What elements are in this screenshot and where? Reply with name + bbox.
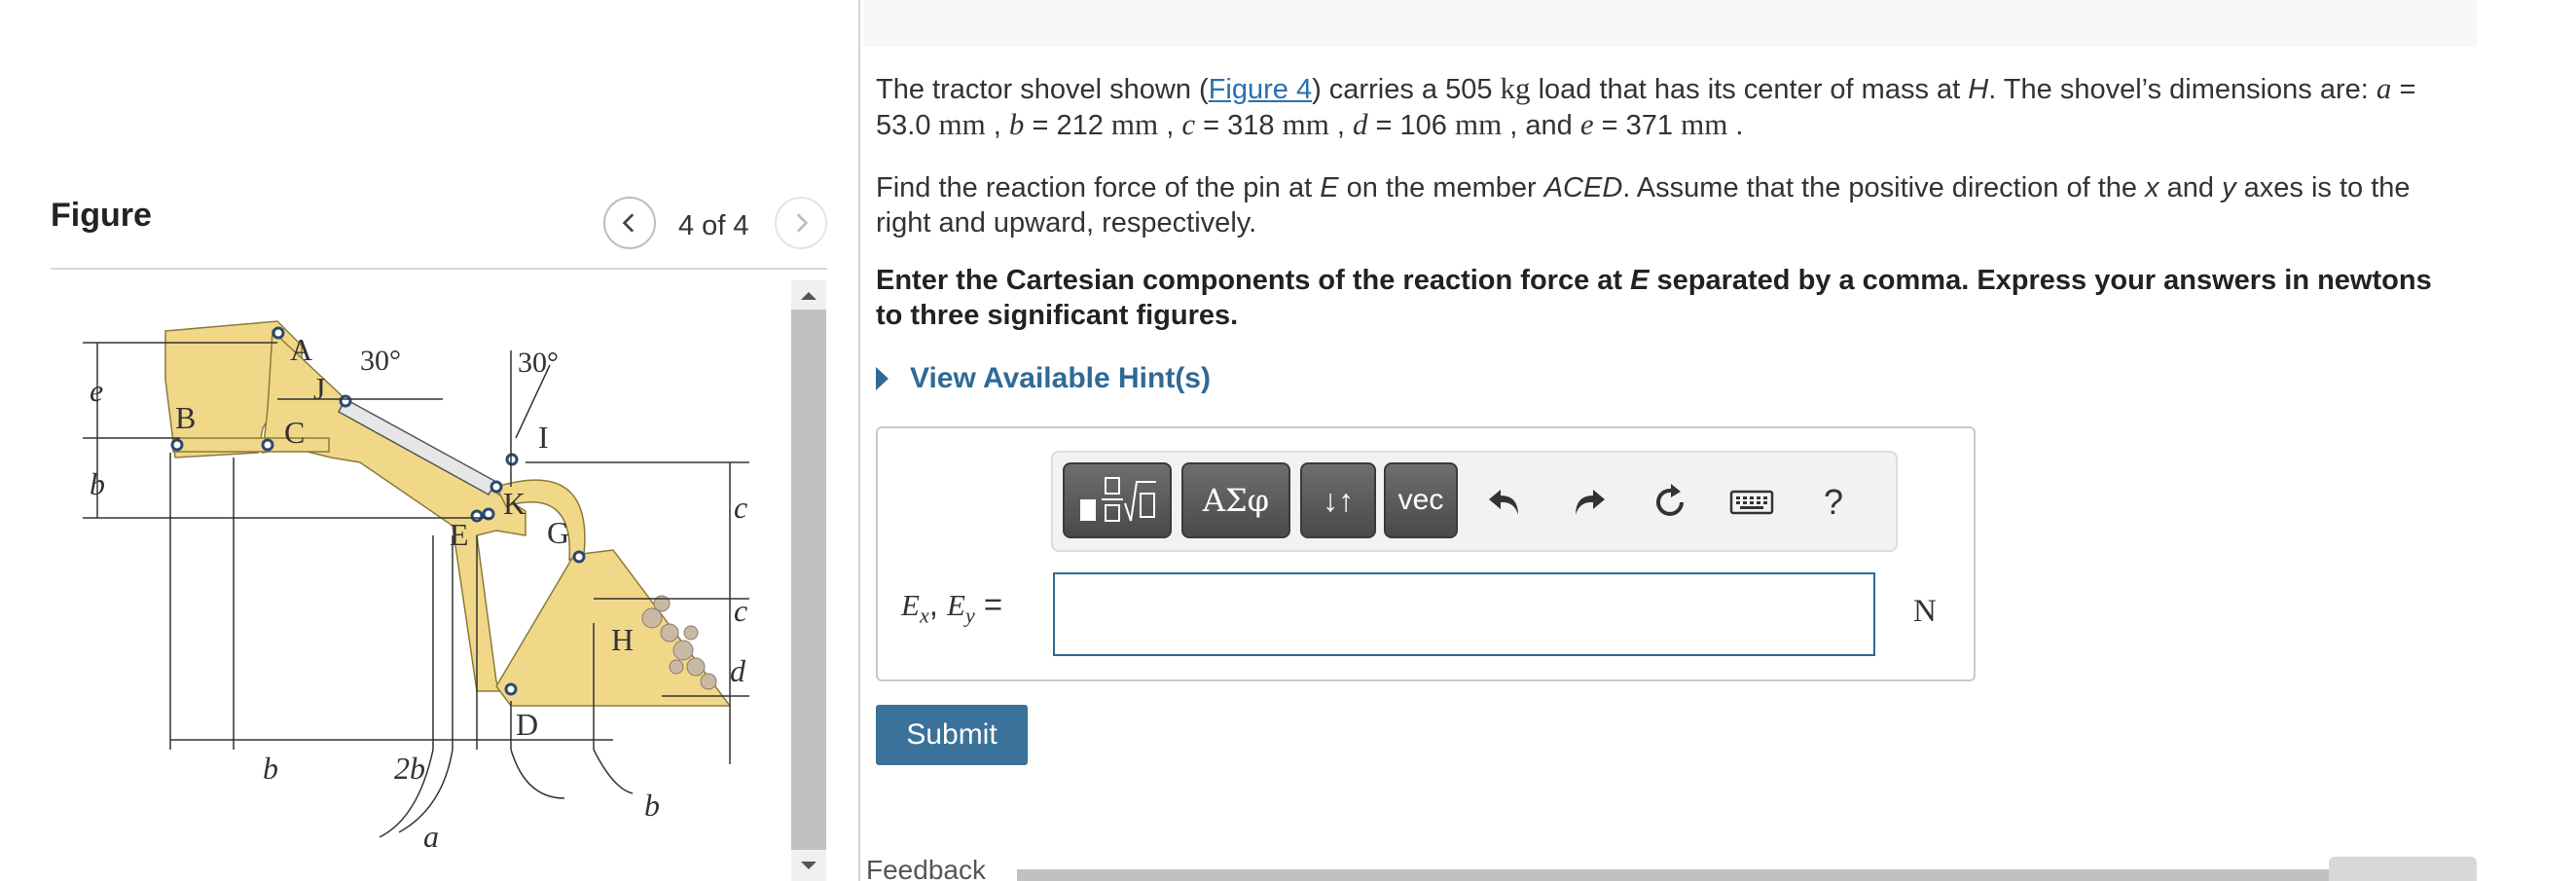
dim-e: e (90, 373, 103, 408)
templates-button[interactable] (1063, 462, 1172, 538)
figure-counter: 4 of 4 (678, 210, 749, 241)
label-E: E (450, 517, 469, 552)
answer-label: Ex, Ey = (901, 586, 1003, 628)
help-button[interactable]: ? (1806, 475, 1861, 530)
dim-c-mid: c (734, 593, 747, 628)
keyboard-icon[interactable] (1724, 475, 1779, 530)
reset-icon[interactable] (1643, 475, 1697, 530)
label-J: J (313, 371, 325, 406)
prev-figure-button[interactable] (603, 197, 656, 249)
chevron-left-icon (622, 213, 635, 233)
redo-icon[interactable] (1562, 475, 1616, 530)
scroll-down-arrow-icon[interactable] (791, 852, 826, 881)
top-band (863, 0, 2477, 47)
label-D: D (516, 707, 538, 742)
label-I: I (538, 420, 549, 455)
dim-b-left: b (90, 466, 105, 501)
vector-button[interactable]: vec (1384, 462, 1458, 538)
label-K: K (503, 486, 526, 521)
chevron-right-icon (796, 213, 809, 233)
subscript-superscript-button[interactable]: ↓↑ (1300, 462, 1376, 538)
answer-unit: N (1913, 594, 1937, 629)
cylinder-bc (172, 437, 330, 453)
figure-divider (51, 268, 827, 270)
figure-scroll-thumb[interactable] (791, 310, 826, 850)
dim-b-bottom: b (263, 751, 278, 786)
label-B: B (175, 400, 196, 435)
horizontal-scroll-thumb[interactable] (2329, 857, 2477, 881)
label-G: G (547, 515, 569, 550)
angle-left: 30° (360, 345, 401, 377)
submit-button[interactable]: Submit (876, 705, 1028, 765)
undo-icon[interactable] (1477, 475, 1532, 530)
answer-input[interactable] (1053, 572, 1875, 656)
tractor-shovel-figure: A J B C I K E G H D 30° 30° e b c c d b … (83, 320, 749, 854)
problem-statement: The tractor shovel shown (Figure 4) carr… (876, 71, 2416, 141)
next-figure-button[interactable] (775, 197, 827, 249)
problem-instructions: Enter the Cartesian components of the re… (876, 265, 2432, 331)
label-H: H (611, 622, 634, 657)
greek-symbols-button[interactable]: ΑΣφ (1181, 462, 1290, 538)
figure-title: Figure (51, 197, 152, 234)
horizontal-scrollbar[interactable] (1017, 869, 2477, 881)
fraction-sqrt-icon (1080, 477, 1156, 522)
label-C: C (284, 415, 305, 450)
dim-a: a (423, 819, 439, 854)
feedback-link[interactable]: Feedback (866, 855, 986, 881)
scroll-up-arrow-icon[interactable] (791, 280, 826, 310)
dim-2b: 2b (394, 751, 425, 786)
panel-divider (858, 0, 860, 881)
label-A: A (290, 332, 312, 367)
caret-right-icon (876, 367, 889, 390)
dim-c-top: c (734, 490, 747, 525)
figure-link[interactable]: Figure 4 (1209, 74, 1312, 105)
angle-right: 30° (518, 347, 559, 379)
dim-d: d (730, 653, 746, 688)
dim-b-right: b (644, 788, 660, 823)
problem-question: Find the reaction force of the pin at E … (876, 172, 2411, 239)
view-hints-link[interactable]: View Available Hint(s) (876, 362, 1211, 395)
